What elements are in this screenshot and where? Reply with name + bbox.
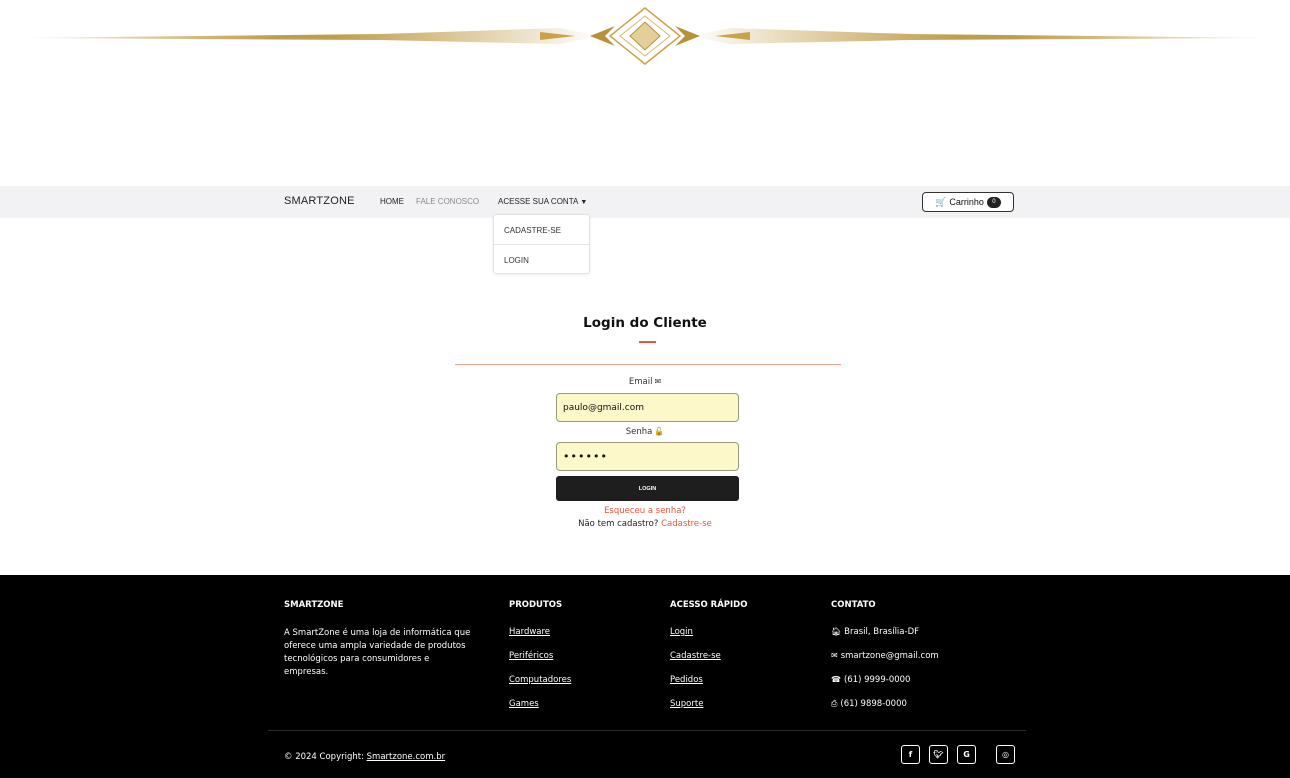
footer-link-games[interactable]: Games: [509, 699, 539, 709]
copyright-text: © 2024 Copyright:: [284, 752, 364, 762]
printer-icon: ⎙: [831, 699, 838, 708]
password-field[interactable]: [556, 442, 739, 471]
twitter-icon[interactable]: 🐦︎: [929, 745, 948, 764]
copyright-link[interactable]: Smartzone.com.br: [367, 752, 445, 762]
cart-icon: 🛒: [935, 196, 947, 207]
nav-home-link[interactable]: HOME: [380, 197, 404, 206]
brand-logo[interactable]: SMARTZONE: [284, 195, 355, 207]
copyright: © 2024 Copyright: Smartzone.com.br: [284, 752, 445, 762]
home-icon: 🏠︎: [831, 627, 842, 636]
footer-contact-fax: ⎙ (61) 9898-0000: [831, 699, 907, 709]
cart-count-badge: 0: [986, 196, 1001, 208]
email-text: smartzone@gmail.com: [840, 651, 939, 661]
nav-account-dropdown-toggle[interactable]: ACESSE SUA CONTA ▼: [498, 197, 587, 206]
footer-link-computadores[interactable]: Computadores: [509, 675, 571, 685]
decorative-banner: [10, 7, 1280, 65]
cart-label: Carrinho: [949, 197, 984, 207]
password-label: Senha 🔓: [0, 427, 1290, 437]
instagram-icon[interactable]: ◎: [996, 745, 1015, 764]
address-text: Brasil, Brasília-DF: [844, 627, 920, 637]
footer-products-heading: PRODUTOS: [509, 600, 563, 610]
footer-link-login[interactable]: Login: [670, 627, 693, 637]
footer-about-heading: SMARTZONE: [284, 600, 344, 610]
nav-contact-link[interactable]: FALE CONOSCO: [416, 197, 479, 206]
email-label: Email ✉: [0, 377, 1290, 387]
cart-button[interactable]: 🛒 Carrinho 0: [922, 192, 1014, 212]
account-dropdown-menu: CADASTRE-SE LOGIN: [493, 214, 590, 274]
footer-link-perifericos[interactable]: Periféricos: [509, 651, 553, 661]
footer-link-suporte[interactable]: Suporte: [670, 699, 703, 709]
footer: SMARTZONE A SmartZone é uma loja de info…: [0, 575, 1290, 778]
password-label-text: Senha: [625, 427, 653, 437]
forgot-password-link[interactable]: Esqueceu a senha?: [0, 506, 1290, 516]
footer-divider: [268, 730, 1026, 731]
fax-text: (61) 9898-0000: [840, 699, 907, 709]
email-field[interactable]: [556, 393, 739, 422]
footer-link-cadastre[interactable]: Cadastre-se: [670, 651, 721, 661]
dropdown-item-login[interactable]: LOGIN: [494, 246, 589, 275]
navbar: SMARTZONE HOME FALE CONOSCO ACESSE SUA C…: [0, 186, 1290, 218]
footer-quick-access-heading: ACESSO RÁPIDO: [670, 600, 748, 610]
email-label-text: Email: [628, 377, 653, 387]
envelope-icon: ✉: [831, 651, 838, 660]
nav-account-label: ACESSE SUA CONTA: [498, 197, 579, 206]
unlock-icon: 🔓: [654, 427, 665, 436]
envelope-icon: ✉: [654, 377, 662, 386]
section-divider: [455, 364, 841, 365]
footer-contact-email: ✉ smartzone@gmail.com: [831, 651, 939, 661]
phone-text: (61) 9999-0000: [843, 675, 911, 685]
dropdown-item-signup[interactable]: CADASTRE-SE: [494, 216, 589, 245]
footer-contact-heading: CONTATO: [831, 600, 876, 610]
footer-link-hardware[interactable]: Hardware: [509, 627, 550, 637]
signup-prompt: Não tem cadastro? Cadastre-se: [0, 519, 1290, 529]
google-icon[interactable]: G: [957, 745, 976, 764]
footer-about-description: A SmartZone é uma loja de informática qu…: [284, 628, 471, 677]
title-underline: [639, 341, 656, 343]
signup-prompt-text: Não tem cadastro?: [578, 519, 659, 529]
signup-link[interactable]: Cadastre-se: [661, 519, 712, 529]
caret-down-icon: ▼: [580, 199, 588, 206]
facebook-icon[interactable]: f: [901, 745, 920, 764]
footer-link-pedidos[interactable]: Pedidos: [670, 675, 703, 685]
login-submit-button[interactable]: LOGIN: [556, 476, 739, 501]
footer-contact-phone: ☎ (61) 9999-0000: [831, 675, 910, 685]
footer-contact-address: 🏠︎ Brasil, Brasília-DF: [831, 627, 919, 637]
page-title: Login do Cliente: [583, 315, 707, 331]
phone-icon: ☎: [831, 675, 841, 684]
